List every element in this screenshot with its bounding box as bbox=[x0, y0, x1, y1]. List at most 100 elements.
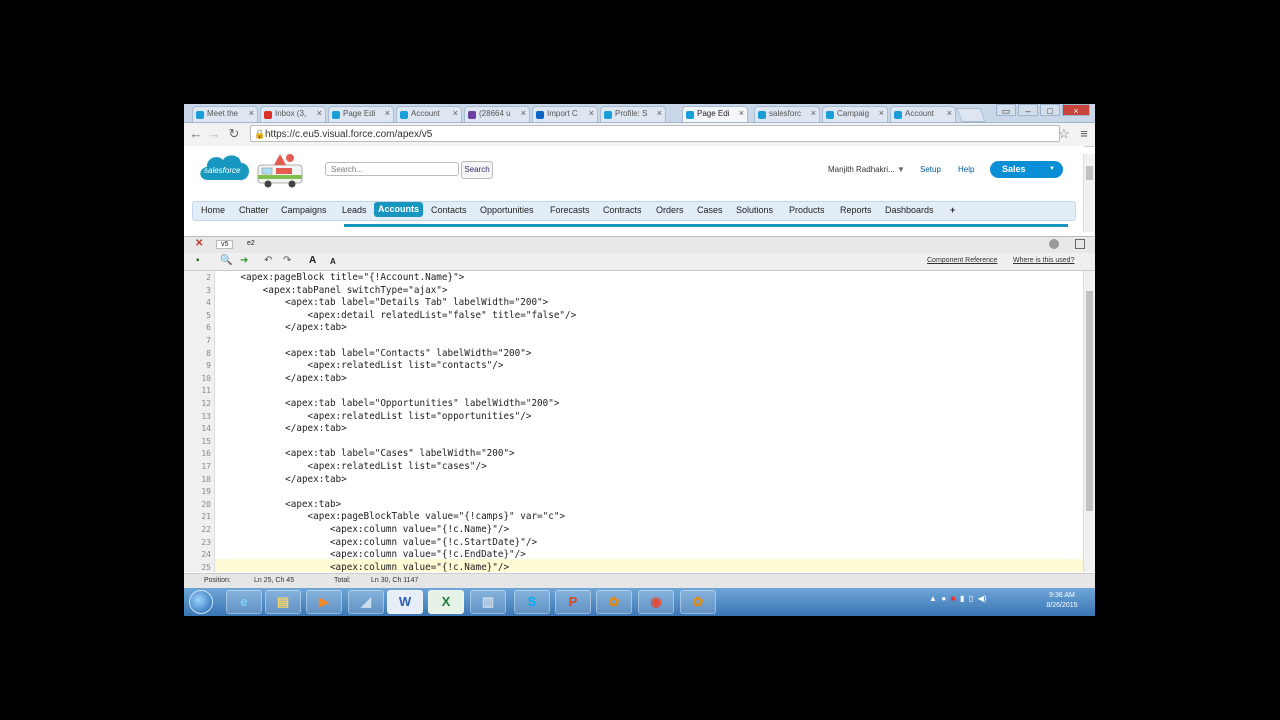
system-tray: ▲ ● ■ ▮ ▯ ◀) bbox=[929, 594, 987, 603]
dev-tab-v5[interactable]: v5 bbox=[216, 240, 234, 249]
minimize-footer-icon[interactable] bbox=[1049, 239, 1059, 249]
redo-icon[interactable]: ↷ bbox=[283, 255, 291, 267]
nav-tab-chatter[interactable]: Chatter bbox=[239, 203, 269, 218]
browser-tab[interactable]: Import C × bbox=[532, 106, 598, 122]
media-player-icon[interactable]: ▶ bbox=[306, 590, 342, 614]
nav-tab-products[interactable]: Products bbox=[789, 203, 825, 218]
menu-icon[interactable]: ≡ bbox=[1076, 126, 1092, 142]
close-dev-footer-icon[interactable]: ✕ bbox=[195, 238, 203, 249]
component-reference-link[interactable]: Component Reference bbox=[927, 257, 997, 264]
camtasia-icon[interactable]: ✿ bbox=[596, 590, 632, 614]
browser-tab[interactable]: Profile: S × bbox=[600, 106, 666, 122]
close-icon[interactable]: × bbox=[453, 108, 458, 118]
editor-scrollbar[interactable] bbox=[1083, 271, 1095, 572]
close-icon[interactable]: × bbox=[811, 108, 816, 118]
app-switcher-button[interactable]: Sales ▼ bbox=[990, 161, 1063, 178]
nav-tab-forecasts[interactable]: Forecasts bbox=[550, 203, 590, 218]
close-icon[interactable]: × bbox=[521, 108, 526, 118]
minimize-button[interactable]: – bbox=[1018, 104, 1038, 116]
salesforce-logo[interactable]: salesforce bbox=[196, 150, 252, 186]
camtasia-recorder-icon[interactable]: ✿ bbox=[680, 590, 716, 614]
nav-tab-campaigns[interactable]: Campaigns bbox=[281, 203, 327, 218]
add-tab-icon[interactable]: + bbox=[950, 203, 955, 218]
search-button[interactable]: Search bbox=[461, 161, 493, 179]
close-window-button[interactable]: × bbox=[1062, 104, 1090, 116]
line-number: 25 bbox=[201, 562, 211, 572]
browser-tab[interactable]: Page Edi × bbox=[328, 106, 394, 122]
chrome-icon[interactable]: ◉ bbox=[638, 590, 674, 614]
page-scrollbar-thumb[interactable] bbox=[1086, 166, 1093, 180]
tab-label: (28664 u bbox=[479, 109, 511, 118]
powerpoint-icon[interactable]: P bbox=[555, 590, 591, 614]
network-icon[interactable]: ▮ bbox=[960, 594, 964, 603]
nav-tab-accounts[interactable]: Accounts bbox=[374, 202, 424, 217]
taskbar-clock[interactable]: 9:36 AM 8/26/2015 bbox=[1042, 591, 1082, 611]
decrease-font-icon[interactable]: A bbox=[330, 256, 336, 268]
code-line: <apex:column value="{!c.Name}"/> bbox=[218, 561, 510, 572]
browser-tab[interactable]: Campaig × bbox=[822, 106, 888, 122]
page-scrollbar[interactable] bbox=[1083, 154, 1095, 232]
app-icon[interactable]: ◢ bbox=[348, 590, 384, 614]
notepad-icon[interactable]: ▥ bbox=[470, 590, 506, 614]
nav-tab-home[interactable]: Home bbox=[201, 203, 225, 218]
code-editor[interactable]: 2 3 4 5 6 7 8 9 10 11 12 13 14 15 16 17 18 19 20 21 22 23 24 25… bbox=[184, 271, 1083, 572]
internet-explorer-icon[interactable]: e bbox=[226, 590, 262, 614]
close-icon[interactable]: × bbox=[947, 108, 952, 118]
help-link[interactable]: Help bbox=[958, 165, 974, 174]
bookmark-star-icon[interactable]: ☆ bbox=[1056, 126, 1072, 142]
nav-tab-leads[interactable]: Leads bbox=[342, 203, 367, 218]
nav-tab-contracts[interactable]: Contracts bbox=[603, 203, 642, 218]
undo-icon[interactable]: ↶ bbox=[264, 255, 272, 267]
browser-tab-active[interactable]: Page Edi × bbox=[682, 106, 748, 122]
nav-tab-cases[interactable]: Cases bbox=[697, 203, 723, 218]
maximize-button[interactable]: □ bbox=[1040, 104, 1060, 116]
battery-icon[interactable]: ▯ bbox=[969, 594, 973, 603]
browser-tab[interactable]: Account × bbox=[396, 106, 462, 122]
editor-scrollbar-thumb[interactable] bbox=[1086, 291, 1093, 511]
browser-tab[interactable]: salesforc × bbox=[754, 106, 820, 122]
nav-tab-dashboards[interactable]: Dashboards bbox=[885, 203, 934, 218]
tray-app-icon[interactable]: ● bbox=[941, 594, 946, 603]
go-to-line-icon[interactable]: ➔ bbox=[240, 255, 248, 267]
maximize-footer-icon[interactable] bbox=[1075, 239, 1085, 249]
setup-link[interactable]: Setup bbox=[920, 165, 941, 174]
dev-tab-e2[interactable]: e2 bbox=[247, 240, 255, 247]
start-button[interactable] bbox=[189, 590, 213, 614]
close-icon[interactable]: × bbox=[589, 108, 594, 118]
nav-tab-solutions[interactable]: Solutions bbox=[736, 203, 773, 218]
where-used-link[interactable]: Where is this used? bbox=[1013, 257, 1074, 264]
forward-icon[interactable]: → bbox=[206, 126, 222, 142]
nav-tab-orders[interactable]: Orders bbox=[656, 203, 684, 218]
close-icon[interactable]: × bbox=[879, 108, 884, 118]
increase-font-icon[interactable]: A bbox=[309, 255, 316, 267]
file-explorer-icon[interactable]: ▤ bbox=[265, 590, 301, 614]
excel-icon[interactable]: X bbox=[428, 590, 464, 614]
close-icon[interactable]: × bbox=[657, 108, 662, 118]
close-icon[interactable]: × bbox=[249, 108, 254, 118]
close-icon[interactable]: × bbox=[317, 108, 322, 118]
nav-tab-contacts[interactable]: Contacts bbox=[431, 203, 467, 218]
browser-tab[interactable]: (28664 u × bbox=[464, 106, 530, 122]
back-icon[interactable]: ← bbox=[188, 126, 204, 142]
volume-icon[interactable]: ◀) bbox=[978, 594, 987, 603]
search-input[interactable]: Search... bbox=[325, 162, 459, 176]
find-icon[interactable]: 🔍 bbox=[220, 255, 232, 267]
address-bar[interactable]: 🔒 https://c.eu5.visual.force.com/apex/v5 bbox=[250, 125, 1060, 142]
line-number: 9 bbox=[206, 361, 211, 371]
browser-tab[interactable]: Account × bbox=[890, 106, 956, 122]
new-tab-button[interactable] bbox=[956, 108, 986, 122]
tray-alert-icon[interactable]: ■ bbox=[951, 594, 956, 603]
user-icon[interactable]: ▭ bbox=[996, 104, 1016, 116]
save-icon[interactable]: ▪ bbox=[196, 255, 200, 267]
close-icon[interactable]: × bbox=[739, 108, 744, 118]
show-hidden-icons-icon[interactable]: ▲ bbox=[929, 594, 937, 603]
close-icon[interactable]: × bbox=[385, 108, 390, 118]
nav-tab-opportunities[interactable]: Opportunities bbox=[480, 203, 534, 218]
skype-icon[interactable]: S bbox=[514, 590, 550, 614]
nav-tab-reports[interactable]: Reports bbox=[840, 203, 872, 218]
browser-tab[interactable]: Meet the × bbox=[192, 106, 258, 122]
reload-icon[interactable]: ↻ bbox=[226, 126, 242, 142]
word-icon[interactable]: W bbox=[387, 590, 423, 614]
browser-tab[interactable]: Inbox (3, × bbox=[260, 106, 326, 122]
user-menu[interactable]: Manjith Radhakri... ▼ bbox=[828, 165, 905, 174]
